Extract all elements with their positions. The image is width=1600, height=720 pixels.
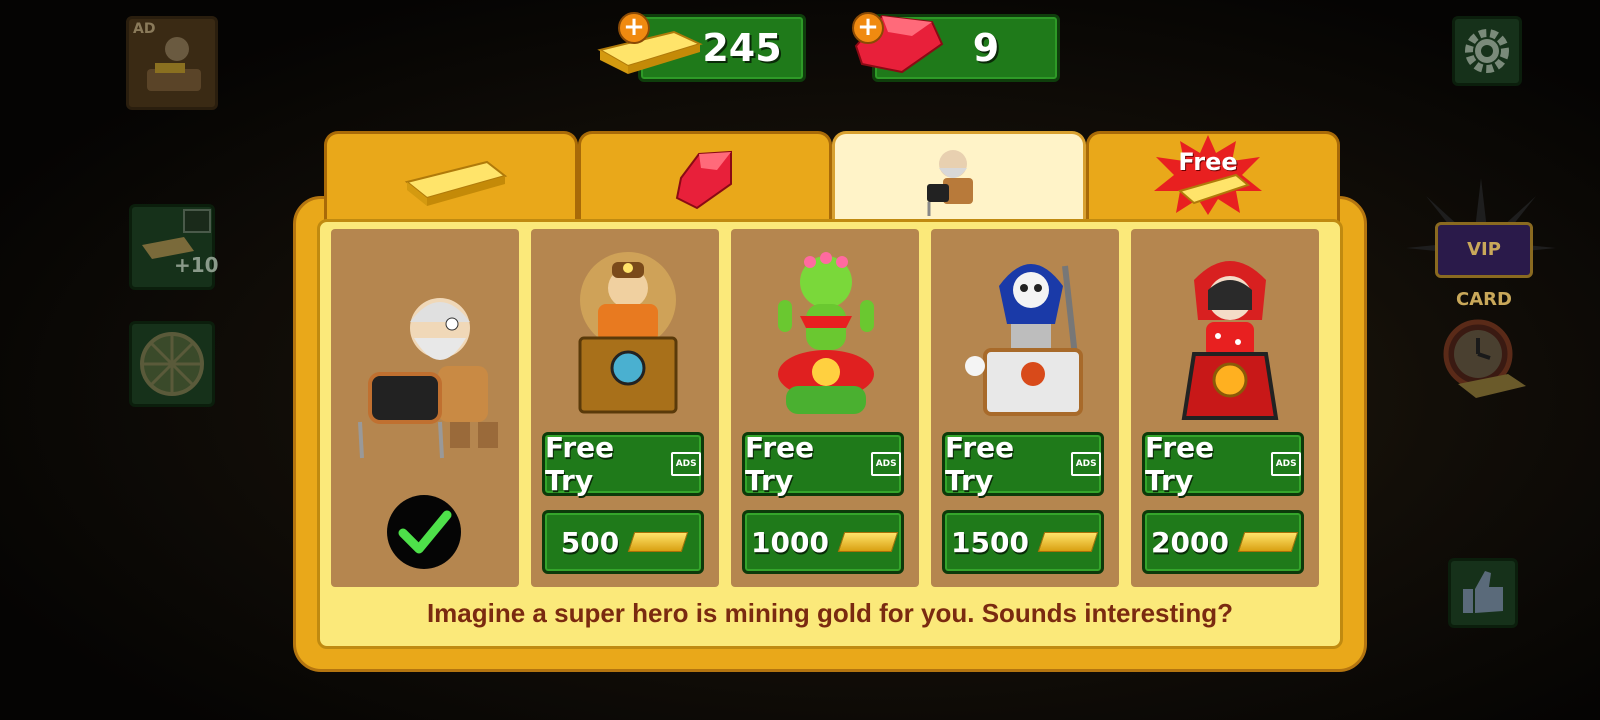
- vip-card-label: VIP CARD: [1456, 239, 1512, 310]
- free-try-button[interactable]: Free Try ADS: [942, 431, 1104, 497]
- free-try-label: Free Try: [745, 431, 815, 497]
- video-ad-icon: ADS: [871, 452, 901, 476]
- free-try-label: Free Try: [1145, 431, 1215, 497]
- settings-button[interactable]: [1452, 16, 1522, 86]
- checkmark-icon: [398, 510, 452, 554]
- gold-bar-icon: [1037, 532, 1099, 552]
- free-try-button[interactable]: Free Try ADS: [742, 431, 904, 497]
- ruby-amount: 9: [972, 26, 1000, 70]
- hero-description: Imagine a super hero is mining gold for …: [426, 598, 1234, 628]
- tab-gold[interactable]: [324, 131, 578, 224]
- buy-hero-button[interactable]: 2000: [1142, 510, 1304, 574]
- default-miner-icon: [358, 298, 498, 459]
- wheel-icon: [140, 332, 204, 396]
- reward-bonus-label: +10: [174, 253, 219, 277]
- selected-check: [387, 495, 461, 569]
- gold-bar-icon: [597, 30, 703, 74]
- buy-hero-button[interactable]: 500: [542, 510, 704, 574]
- free-try-button[interactable]: Free Try ADS: [542, 431, 704, 497]
- free-try-label: Free Try: [945, 431, 1015, 497]
- add-gold-icon[interactable]: +: [618, 12, 650, 44]
- buy-hero-button[interactable]: 1500: [942, 510, 1104, 574]
- vip-card-button[interactable]: VIP CARD: [1435, 222, 1533, 310]
- miner-icon: [927, 150, 973, 216]
- price-label: 500: [560, 525, 620, 559]
- price-label: 2000: [1151, 525, 1229, 559]
- alarm-gold-icon[interactable]: [1436, 310, 1532, 410]
- thumbs-up-icon: [1463, 571, 1503, 613]
- video-ad-icon: ADS: [1271, 452, 1301, 476]
- watch-ad-gold-button[interactable]: +10: [129, 204, 219, 290]
- price-label: 1500: [951, 525, 1029, 559]
- add-ruby-icon[interactable]: +: [852, 12, 884, 44]
- gold-amount: 245: [702, 26, 782, 70]
- skeleton-hero-icon: [965, 264, 1083, 416]
- ad-promo-button[interactable]: AD: [126, 16, 218, 110]
- like-button[interactable]: [1448, 558, 1518, 628]
- tab-heroes[interactable]: [832, 131, 1086, 230]
- free-try-label: Free Try: [545, 431, 615, 497]
- miner-cart-icon: [147, 37, 201, 91]
- buy-hero-button[interactable]: 1000: [742, 510, 904, 574]
- gold-bar-icon: [404, 160, 508, 206]
- free-tab-label: Free: [1178, 148, 1238, 176]
- video-ad-icon: ADS: [1071, 452, 1101, 476]
- cactus-hero-icon: [778, 252, 874, 414]
- tab-ruby[interactable]: [578, 131, 832, 224]
- gold-bar-icon: [627, 532, 689, 552]
- gold-bar-icon: [1237, 532, 1299, 552]
- price-label: 1000: [751, 525, 829, 559]
- girl-hero-icon: [1181, 261, 1279, 420]
- lucky-wheel-button[interactable]: [129, 321, 215, 407]
- free-try-button[interactable]: Free Try ADS: [1142, 431, 1304, 497]
- gold-bar-icon: [837, 532, 899, 552]
- gear-icon: [1465, 29, 1509, 73]
- ruby-icon: [675, 150, 732, 210]
- hero-miner-icon: [578, 252, 678, 414]
- video-ad-icon: ADS: [671, 452, 701, 476]
